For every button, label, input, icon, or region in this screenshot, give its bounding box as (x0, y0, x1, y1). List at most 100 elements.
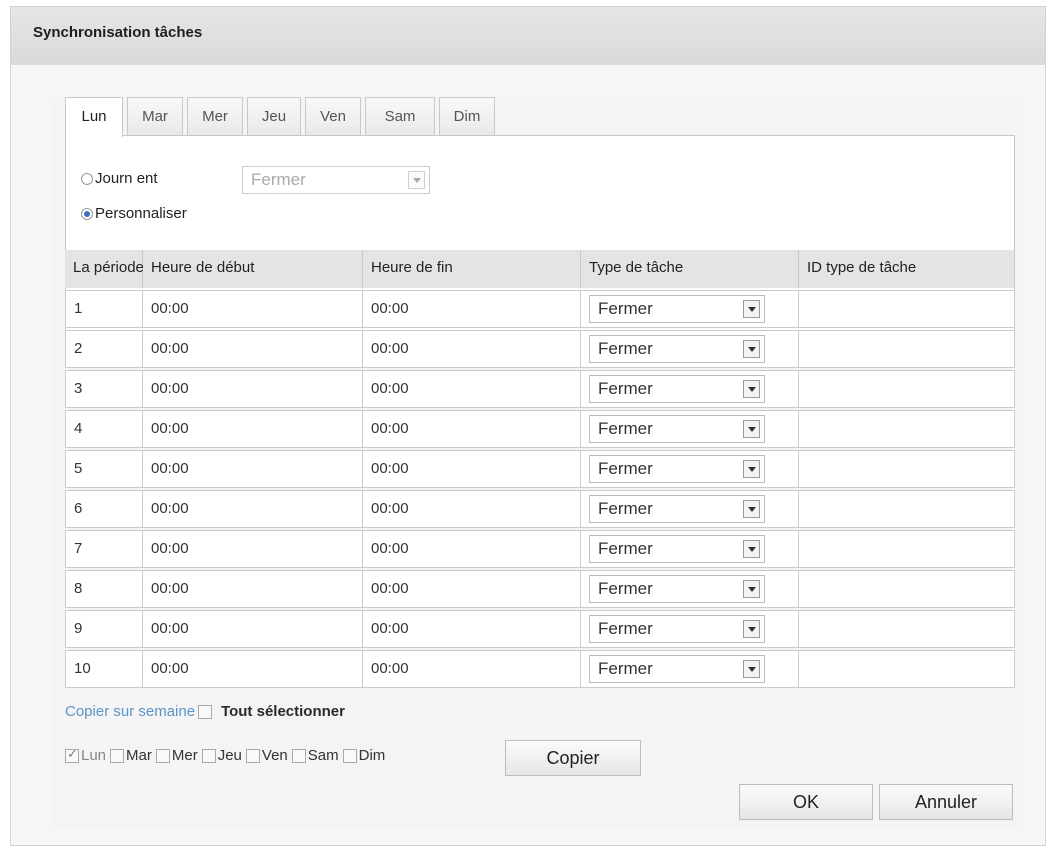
copy-day-checkbox[interactable] (291, 748, 306, 763)
cell-start[interactable]: 00:00 (143, 490, 363, 528)
copy-day-sam[interactable]: Sam (291, 747, 339, 764)
cell-start[interactable]: 00:00 (143, 530, 363, 568)
cell-id[interactable] (799, 330, 1015, 368)
task-type-select[interactable]: Fermer (589, 295, 765, 323)
cell-period: 9 (65, 610, 143, 648)
table-row: 9 00:00 00:00 Fermer (65, 610, 1015, 648)
task-type-value: Fermer (598, 339, 653, 358)
copy-day-checkbox[interactable] (342, 748, 357, 763)
custom-radio[interactable] (81, 207, 93, 220)
task-type-select[interactable]: Fermer (589, 335, 765, 363)
cell-type: Fermer (581, 330, 799, 368)
full-day-option[interactable]: Journ ent (81, 170, 158, 187)
task-type-value: Fermer (598, 659, 653, 678)
task-type-select[interactable]: Fermer (589, 615, 765, 643)
cell-start[interactable]: 00:00 (143, 650, 363, 688)
full-day-select: Fermer (242, 166, 430, 194)
cell-id[interactable] (799, 410, 1015, 448)
cell-start[interactable]: 00:00 (143, 410, 363, 448)
cell-id[interactable] (799, 610, 1015, 648)
copy-day-mar[interactable]: Mar (110, 747, 152, 764)
task-type-select[interactable]: Fermer (589, 535, 765, 563)
cell-end[interactable]: 00:00 (363, 290, 581, 328)
cell-id[interactable] (799, 570, 1015, 608)
copy-day-lun[interactable]: Lun (65, 746, 107, 764)
copy-day-checkbox[interactable] (155, 748, 170, 763)
tab-jeu[interactable]: Jeu (247, 97, 301, 135)
cell-start[interactable]: 00:00 (143, 370, 363, 408)
cell-id[interactable] (799, 490, 1015, 528)
task-type-select[interactable]: Fermer (589, 455, 765, 483)
cell-id[interactable] (799, 530, 1015, 568)
tab-mar[interactable]: Mar (127, 97, 183, 135)
column-header: Type de tâche (581, 250, 799, 288)
cell-type: Fermer (581, 570, 799, 608)
cell-period: 3 (65, 370, 143, 408)
chevron-down-icon (743, 540, 760, 558)
copy-button[interactable]: Copier (505, 740, 641, 776)
table-row: 10 00:00 00:00 Fermer (65, 650, 1015, 688)
tab-ven[interactable]: Ven (305, 97, 361, 135)
cell-start[interactable]: 00:00 (143, 570, 363, 608)
copy-day-jeu[interactable]: Jeu (201, 747, 242, 764)
copy-day-checkbox[interactable] (110, 748, 125, 763)
copy-days: Lun Mar Mer Jeu Ven Sam Dim (65, 746, 389, 764)
copy-day-mer[interactable]: Mer (155, 747, 198, 764)
cell-id[interactable] (799, 450, 1015, 488)
cell-type: Fermer (581, 610, 799, 648)
full-day-radio[interactable] (81, 172, 93, 185)
cell-type: Fermer (581, 290, 799, 328)
copy-day-checkbox[interactable] (201, 748, 216, 763)
copy-week-link[interactable]: Copier sur semaine (65, 703, 195, 720)
cell-start[interactable]: 00:00 (143, 610, 363, 648)
cell-start[interactable]: 00:00 (143, 450, 363, 488)
copy-day-ven[interactable]: Ven (245, 747, 288, 764)
cell-end[interactable]: 00:00 (363, 410, 581, 448)
cell-end[interactable]: 00:00 (363, 330, 581, 368)
chevron-down-icon (743, 340, 760, 358)
copy-day-dim[interactable]: Dim (342, 747, 385, 764)
task-type-select[interactable]: Fermer (589, 375, 765, 403)
copy-day-label: Lun (81, 747, 107, 764)
ok-button[interactable]: OK (739, 784, 873, 820)
copy-day-label: Ven (261, 747, 288, 764)
task-type-value: Fermer (598, 499, 653, 518)
copy-day-checkbox[interactable] (65, 746, 79, 763)
full-day-label: Journ ent (95, 170, 158, 187)
cell-start[interactable]: 00:00 (143, 330, 363, 368)
copy-day-checkbox[interactable] (245, 748, 260, 763)
cell-start[interactable]: 00:00 (143, 290, 363, 328)
cell-end[interactable]: 00:00 (363, 650, 581, 688)
cell-end[interactable]: 00:00 (363, 610, 581, 648)
cell-id[interactable] (799, 370, 1015, 408)
cell-end[interactable]: 00:00 (363, 370, 581, 408)
full-day-select-value: Fermer (251, 170, 306, 189)
copy-day-label: Mer (171, 747, 198, 764)
tab-dim[interactable]: Dim (439, 97, 495, 135)
cell-end[interactable]: 00:00 (363, 490, 581, 528)
task-type-value: Fermer (598, 579, 653, 598)
custom-option[interactable]: Personnaliser (81, 205, 187, 222)
task-type-select[interactable]: Fermer (589, 575, 765, 603)
cell-end[interactable]: 00:00 (363, 530, 581, 568)
table-row: 4 00:00 00:00 Fermer (65, 410, 1015, 448)
task-type-select[interactable]: Fermer (589, 415, 765, 443)
task-schedule-dialog: Synchronisation tâches Lun Mar Mer Jeu Ven Sa… (10, 6, 1046, 846)
task-type-select[interactable]: Fermer (589, 655, 765, 683)
task-type-value: Fermer (598, 379, 653, 398)
cell-end[interactable]: 00:00 (363, 570, 581, 608)
task-type-select[interactable]: Fermer (589, 495, 765, 523)
select-all-checkbox[interactable] (198, 704, 213, 719)
cell-id[interactable] (799, 290, 1015, 328)
cell-id[interactable] (799, 650, 1015, 688)
tab-lun[interactable]: Lun (65, 97, 123, 137)
cell-period: 2 (65, 330, 143, 368)
tab-mer[interactable]: Mer (187, 97, 243, 135)
cell-end[interactable]: 00:00 (363, 450, 581, 488)
table-row: 8 00:00 00:00 Fermer (65, 570, 1015, 608)
cell-type: Fermer (581, 650, 799, 688)
cancel-button[interactable]: Annuler (879, 784, 1013, 820)
copy-day-label: Jeu (217, 747, 242, 764)
tab-sam[interactable]: Sam (365, 97, 435, 135)
cell-period: 4 (65, 410, 143, 448)
